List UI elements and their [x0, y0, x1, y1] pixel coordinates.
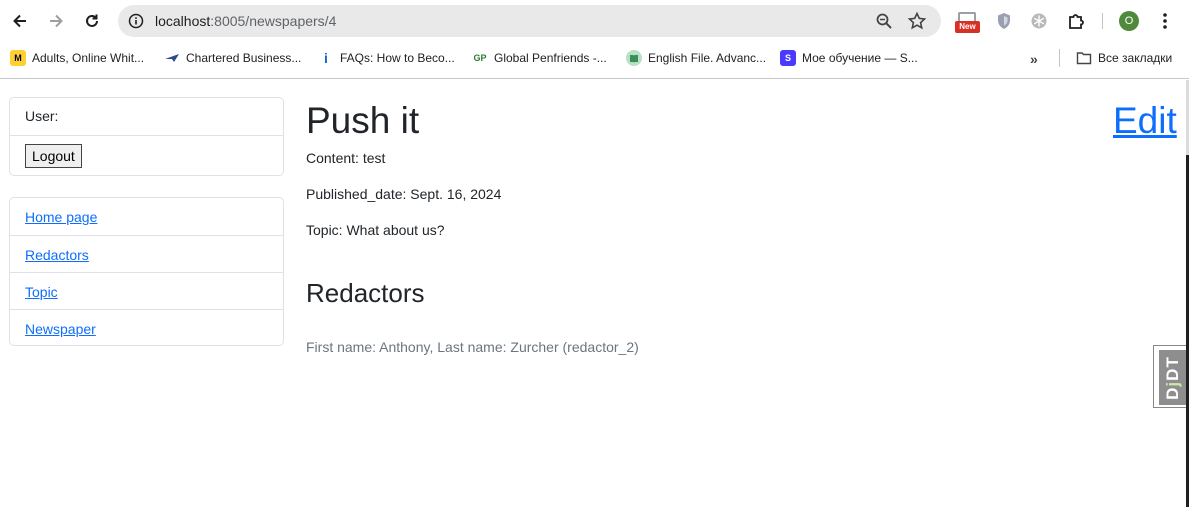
book-icon	[626, 50, 642, 66]
nav-link-home[interactable]: Home page	[25, 209, 97, 225]
redactors-heading: Redactors	[306, 278, 425, 308]
puzzle-icon	[1069, 14, 1084, 29]
bookmark-label: Мое обучение — S...	[802, 51, 918, 65]
toolbar-divider	[1102, 13, 1103, 29]
nav-link-topic[interactable]: Topic	[25, 284, 58, 300]
bookmark-item[interactable]: M Adults, Online Whit...	[10, 49, 144, 67]
published-date-field: Published_date: Sept. 16, 2024	[306, 186, 502, 202]
sidebar-item-redactors: Redactors	[10, 235, 283, 272]
extensions-button[interactable]	[1065, 10, 1087, 32]
browser-chrome: localhost:8005/newspapers/4 New O M Adul…	[0, 0, 1189, 79]
nav-link-newspaper[interactable]: Newspaper	[25, 321, 96, 337]
snowflake-icon	[1031, 13, 1047, 29]
bookmark-label: Chartered Business...	[186, 51, 302, 65]
zoom-icon[interactable]	[875, 12, 893, 30]
bookmark-label: Adults, Online Whit...	[32, 51, 145, 65]
bookmark-label: Global Penfriends -...	[494, 51, 607, 65]
bookmarks-bar: M Adults, Online Whit... Chartered Busin…	[0, 45, 1189, 71]
site-info-button[interactable]	[124, 9, 148, 33]
bookmark-item[interactable]: i FAQs: How to Beco...	[318, 49, 455, 67]
plane-icon	[164, 50, 180, 66]
folder-icon	[1076, 50, 1092, 66]
logout-row: Logout	[10, 135, 283, 175]
browser-toolbar: localhost:8005/newspapers/4 New O	[0, 0, 1189, 42]
debug-toolbar-badge: DjDT	[1159, 350, 1187, 405]
gear-extension[interactable]	[1028, 10, 1050, 32]
url-host: localhost	[155, 13, 211, 29]
all-bookmarks-label: Все закладки	[1098, 51, 1173, 65]
gp-icon: GP	[473, 53, 487, 63]
shield-icon	[998, 13, 1010, 29]
kebab-menu-icon[interactable]	[1156, 11, 1174, 31]
more-bookmarks-button[interactable]: »	[1030, 51, 1038, 67]
arrow-left-icon	[13, 14, 26, 28]
reload-icon	[86, 14, 98, 27]
debug-toolbar-handle[interactable]: DjDT	[1153, 345, 1189, 408]
nav-link-redactors[interactable]: Redactors	[25, 247, 89, 263]
bookmark-item[interactable]: GP Global Penfriends -...	[472, 49, 607, 67]
bookmark-item[interactable]: S Мое обучение — S...	[780, 49, 918, 67]
bookmark-item[interactable]: English File. Advanc...	[626, 49, 766, 67]
shield-extension[interactable]	[993, 10, 1015, 32]
url-text[interactable]: localhost:8005/newspapers/4	[155, 13, 336, 29]
user-card: User: Logout	[9, 97, 284, 176]
all-bookmarks-button[interactable]: Все закладки	[1076, 49, 1172, 67]
new-badge-label: New	[955, 21, 980, 33]
user-row: User:	[10, 98, 283, 135]
topic-field: Topic: What about us?	[306, 222, 445, 238]
sidebar-nav: Home page Redactors Topic Newspaper	[9, 197, 284, 346]
bookmarks-divider	[1059, 49, 1060, 67]
info-icon: i	[324, 50, 328, 66]
sidebar-item-home: Home page	[10, 198, 283, 235]
sidebar-item-topic: Topic	[10, 272, 283, 309]
sidebar-item-newspaper: Newspaper	[10, 309, 283, 346]
reload-button[interactable]	[79, 8, 105, 34]
url-path: :8005/newspapers/4	[210, 13, 337, 29]
s-icon: S	[780, 50, 796, 66]
redactor-list-item: First name: Anthony, Last name: Zurcher …	[306, 339, 639, 355]
bookmark-label: FAQs: How to Beco...	[340, 51, 455, 65]
logout-button[interactable]: Logout	[25, 144, 82, 168]
user-label: User:	[25, 108, 59, 124]
page-title: Push it	[306, 100, 420, 141]
bookmark-star-icon[interactable]	[907, 11, 927, 31]
back-button[interactable]	[7, 8, 33, 34]
edit-link[interactable]: Edit	[1113, 100, 1177, 142]
profile-avatar[interactable]: O	[1119, 11, 1139, 31]
info-circle-icon	[128, 13, 144, 29]
bookmark-item[interactable]: Chartered Business...	[164, 49, 301, 67]
debug-toolbar-label: DjDT	[1163, 355, 1182, 400]
forward-button[interactable]	[43, 8, 69, 34]
address-bar[interactable]: localhost:8005/newspapers/4	[118, 5, 941, 37]
bookmark-label: English File. Advanc...	[648, 51, 767, 65]
arrow-right-icon	[50, 14, 63, 28]
miro-icon: M	[10, 50, 26, 66]
extension-new-badge[interactable]: New	[955, 12, 980, 34]
content-field: Content: test	[306, 150, 386, 166]
